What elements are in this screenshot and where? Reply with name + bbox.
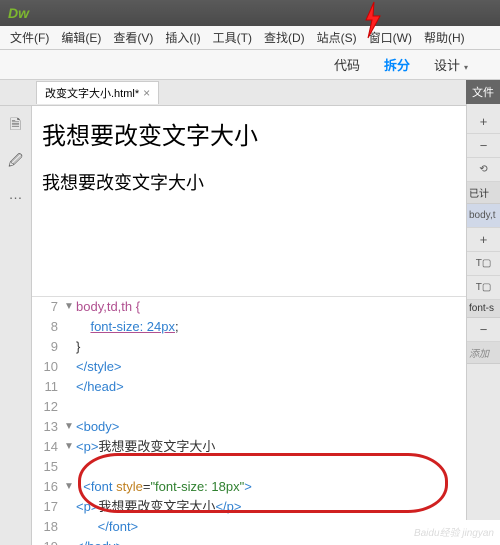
- line-number: 14: [32, 437, 64, 457]
- menu-edit[interactable]: 编辑(E): [55, 27, 107, 48]
- preview-text-small: 我想要改变文字大小: [42, 169, 490, 195]
- panel-tab-files[interactable]: 文件: [466, 80, 500, 104]
- line-number: 12: [32, 397, 64, 417]
- view-tab-design-label: 设计: [434, 58, 460, 73]
- close-icon[interactable]: ×: [143, 86, 150, 100]
- prefs-icon[interactable]: 🖉: [8, 150, 23, 174]
- fold-icon[interactable]: ▼: [64, 437, 76, 457]
- line-number: 15: [32, 457, 64, 477]
- more-icon[interactable]: …: [9, 186, 23, 202]
- line-number: 19: [32, 537, 64, 545]
- line-number: 9: [32, 337, 64, 357]
- panel-remove-button[interactable]: −: [467, 134, 500, 158]
- line-number: 17: [32, 497, 64, 517]
- line-number: 10: [32, 357, 64, 377]
- panel-prop-fontsize[interactable]: font-s: [467, 300, 500, 318]
- view-toolbar: 代码 拆分 设计 ▾: [0, 50, 500, 80]
- view-tab-split[interactable]: 拆分: [372, 51, 422, 78]
- menu-view[interactable]: 查看(V): [107, 27, 159, 48]
- fold-icon[interactable]: ▼: [64, 477, 76, 497]
- menu-insert[interactable]: 插入(I): [159, 27, 206, 48]
- line-number: 11: [32, 377, 64, 397]
- menu-site[interactable]: 站点(S): [311, 27, 363, 48]
- right-panel: 文件 + − ⟲ 已计 body,t + T▢ T▢ font-s − 添加: [466, 80, 500, 520]
- preview-text-large: 我想要改变文字大小: [42, 116, 490, 151]
- panel-add-label[interactable]: 添加: [467, 342, 500, 364]
- line-number: 7: [32, 297, 64, 317]
- line-number: 18: [32, 517, 64, 537]
- document-tab[interactable]: 改变文字大小.html* ×: [36, 81, 159, 104]
- fold-icon[interactable]: ▼: [64, 417, 76, 437]
- document-tab-label: 改变文字大小.html*: [45, 85, 139, 101]
- code-text: body,td,th {: [76, 297, 140, 317]
- page-icon[interactable]: 🗎: [10, 114, 21, 138]
- panel-selector-row[interactable]: body,t: [467, 204, 500, 228]
- line-number: 16: [32, 477, 64, 497]
- menu-bar: 文件(F) 编辑(E) 查看(V) 插入(I) 工具(T) 查找(D) 站点(S…: [0, 26, 500, 50]
- line-number: 13: [32, 417, 64, 437]
- menu-help[interactable]: 帮助(H): [418, 27, 471, 48]
- design-preview[interactable]: 我想要改变文字大小 我想要改变文字大小: [32, 106, 500, 296]
- left-tool-rail: 🗎 🖉 …: [0, 106, 32, 545]
- menu-file[interactable]: 文件(F): [4, 27, 55, 48]
- view-tab-code[interactable]: 代码: [322, 51, 372, 78]
- view-tab-design[interactable]: 设计 ▾: [422, 51, 480, 78]
- panel-add-button[interactable]: +: [467, 228, 500, 252]
- box-tool-icon[interactable]: ▢: [482, 258, 491, 269]
- document-tabs: 改变文字大小.html* ×: [0, 80, 500, 106]
- line-number: 8: [32, 317, 64, 337]
- app-logo: Dw: [8, 5, 29, 21]
- panel-add-button[interactable]: +: [467, 110, 500, 134]
- watermark: Baidu经验 jingyan: [414, 524, 494, 539]
- panel-remove-button[interactable]: −: [467, 318, 500, 342]
- chevron-down-icon: ▾: [464, 63, 468, 72]
- menu-tool[interactable]: 工具(T): [207, 27, 258, 48]
- box-tool-icon[interactable]: ▢: [482, 282, 491, 293]
- menu-window[interactable]: 窗口(W): [363, 27, 418, 48]
- fold-icon[interactable]: ▼: [64, 297, 76, 317]
- panel-link-icon[interactable]: ⟲: [467, 158, 500, 182]
- code-editor[interactable]: 7▼body,td,th { 8 font-size: 24px; 9} 10<…: [32, 296, 500, 545]
- menu-find[interactable]: 查找(D): [258, 27, 311, 48]
- panel-section-computed: 已计: [467, 182, 500, 204]
